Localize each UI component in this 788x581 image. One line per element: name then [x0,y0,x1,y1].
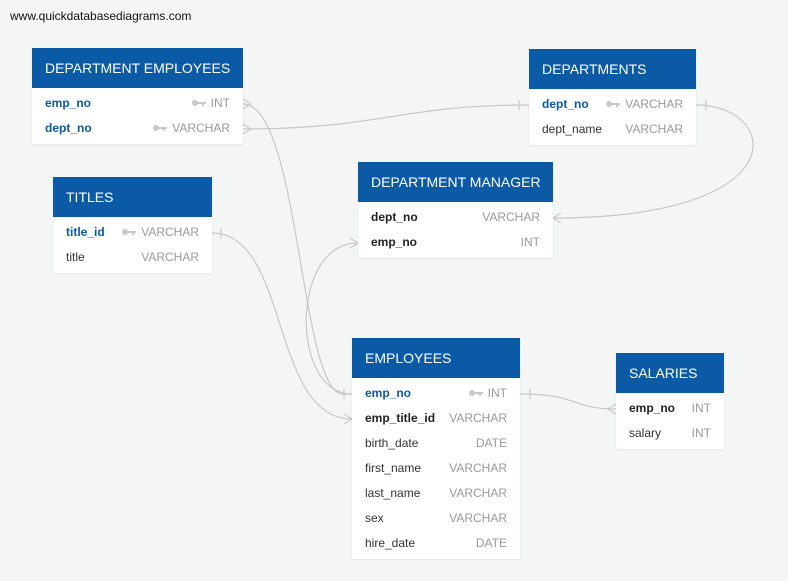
key-icon [606,100,621,107]
field-row[interactable]: sex VARCHAR [352,506,520,531]
field-name: title_id [66,225,105,239]
field-name: sex [365,511,384,525]
table-title: EMPLOYEES [352,338,520,378]
key-icon [468,389,483,396]
field-name: emp_no [371,235,418,249]
field-row[interactable]: first_name VARCHAR [352,456,520,481]
field-type: VARCHAR [625,122,683,136]
field-row[interactable]: hire_date DATE [352,531,520,556]
field-type: VARCHAR [449,461,507,475]
key-icon [122,228,137,235]
table-department-employees[interactable]: DEPARTMENT EMPLOYEES emp_no INT dept_no … [32,48,243,144]
table-employees[interactable]: EMPLOYEES emp_no INT emp_title_id VARCHA… [352,338,520,559]
field-type: VARCHAR [482,210,540,224]
table-titles[interactable]: TITLES title_id VARCHAR title VARCHAR [53,177,212,273]
field-type: VARCHAR [121,220,199,245]
table-title: TITLES [53,177,212,217]
field-row[interactable]: emp_no INT [358,230,553,255]
field-name: emp_no [45,96,92,110]
field-row[interactable]: birth_date DATE [352,431,520,456]
field-name: first_name [365,461,422,475]
field-name: emp_no [629,401,676,415]
table-title: SALARIES [616,353,724,393]
field-row[interactable]: emp_no INT [352,381,520,406]
field-row[interactable]: dept_no VARCHAR [32,116,243,141]
table-title: DEPARTMENT EMPLOYEES [32,48,243,88]
field-type: VARCHAR [152,116,230,141]
key-icon [153,124,168,131]
table-departments[interactable]: DEPARTMENTS dept_no VARCHAR dept_name VA… [529,49,696,145]
rel-deptemp-departments [242,104,530,130]
field-row[interactable]: salary INT [616,421,724,446]
field-type: VARCHAR [605,92,683,117]
table-title: DEPARTMENTS [529,49,696,89]
field-row[interactable]: dept_no VARCHAR [358,205,553,230]
field-row[interactable]: emp_no INT [616,396,724,421]
field-type: VARCHAR [449,486,507,500]
table-title: DEPARTMENT MANAGER [358,162,553,202]
field-name: emp_no [365,386,412,400]
field-name: dept_no [45,121,92,135]
rel-deptmanager-employees [305,242,359,395]
field-type: INT [520,235,540,249]
field-type: VARCHAR [449,411,507,425]
table-department-manager[interactable]: DEPARTMENT MANAGER dept_no VARCHAR emp_n… [358,162,553,258]
key-icon [191,99,206,106]
field-type: INT [468,381,507,406]
field-name: dept_no [371,210,418,224]
field-type: INT [191,91,230,116]
field-row[interactable]: last_name VARCHAR [352,481,520,506]
field-name: salary [629,426,662,440]
field-type: VARCHAR [141,250,199,264]
field-type: DATE [475,436,507,450]
field-type: INT [691,426,711,440]
field-name: emp_title_id [365,411,436,425]
field-type: INT [691,401,711,415]
field-name: title [66,250,85,264]
rel-titles-employees [211,232,353,420]
field-row[interactable]: title_id VARCHAR [53,220,212,245]
field-name: hire_date [365,536,416,550]
field-type: VARCHAR [449,511,507,525]
field-row[interactable]: emp_no INT [32,91,243,116]
field-name: dept_no [542,97,589,111]
field-name: last_name [365,486,421,500]
field-row[interactable]: dept_name VARCHAR [529,117,696,142]
rel-employees-salaries [519,393,617,410]
field-row[interactable]: title VARCHAR [53,245,212,270]
table-salaries[interactable]: SALARIES emp_no INT salary INT [616,353,724,449]
field-row[interactable]: emp_title_id VARCHAR [352,406,520,431]
field-name: dept_name [542,122,603,136]
field-name: birth_date [365,436,419,450]
field-row[interactable]: dept_no VARCHAR [529,92,696,117]
field-type: DATE [475,536,507,550]
